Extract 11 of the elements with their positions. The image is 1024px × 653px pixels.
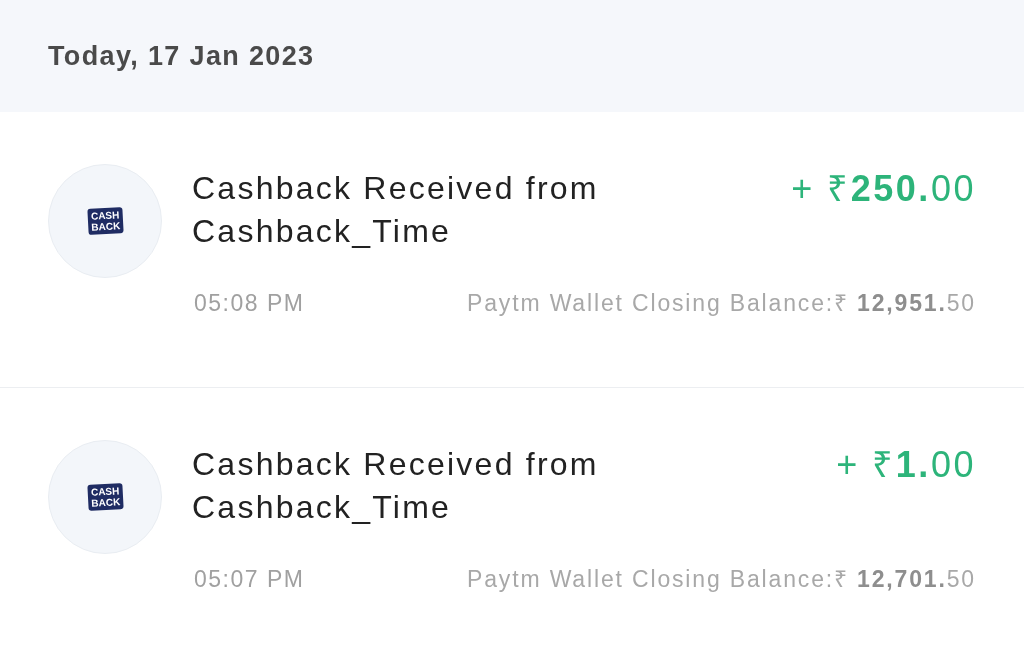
cashback-logo: CASH BACK <box>86 483 124 511</box>
transaction-amount: + ₹1.00 <box>836 443 976 486</box>
transaction-title: Cashback Received from Cashback_Time <box>192 169 600 251</box>
closing-balance: Paytm Wallet Closing Balance:₹ 12,701.50 <box>467 565 976 593</box>
transaction-time: 05:08 PM <box>193 289 305 317</box>
transaction-time: 05:07 PM <box>193 565 305 593</box>
transaction-amount: + ₹250.00 <box>791 167 976 210</box>
closing-balance: Paytm Wallet Closing Balance:₹ 12,951.50 <box>467 289 976 317</box>
transaction-title: Cashback Received from Cashback_Time <box>192 445 600 527</box>
cashback-logo: CASH BACK <box>86 207 124 235</box>
date-header: Today, 17 Jan 2023 <box>48 39 315 73</box>
